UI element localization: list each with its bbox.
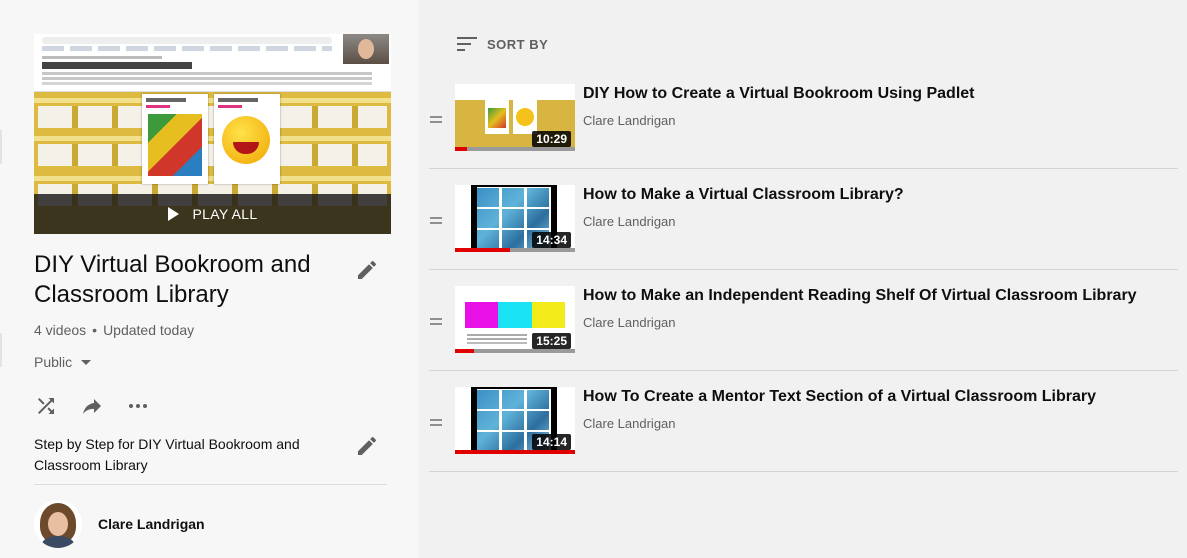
- playlist-video-row[interactable]: 15:25 How to Make an Independent Reading…: [429, 270, 1178, 371]
- playlist-owner[interactable]: Clare Landrigan: [34, 500, 205, 548]
- video-thumbnail[interactable]: 14:34: [455, 185, 575, 252]
- more-horiz-icon[interactable]: [126, 394, 150, 418]
- duration-badge: 14:34: [532, 232, 571, 248]
- playlist-video-row[interactable]: 10:29 DIY How to Create a Virtual Bookro…: [429, 68, 1178, 169]
- playlist-sidebar: PLAY ALL DIY Virtual Bookroom and Classr…: [0, 0, 419, 558]
- video-channel[interactable]: Clare Landrigan: [583, 214, 676, 229]
- shuffle-icon[interactable]: [34, 394, 58, 418]
- duration-badge: 14:14: [532, 434, 571, 450]
- video-title[interactable]: How to Make a Virtual Classroom Library?: [583, 186, 904, 204]
- share-icon[interactable]: [80, 394, 104, 418]
- duration-badge: 15:25: [532, 333, 571, 349]
- thumbnail-card-unit: [214, 94, 280, 184]
- sort-by-button[interactable]: SORT BY: [457, 36, 548, 52]
- drag-handle-icon[interactable]: [430, 318, 442, 326]
- avatar[interactable]: [34, 500, 82, 548]
- play-icon: [167, 207, 179, 221]
- video-count: 4 videos: [34, 322, 87, 338]
- pencil-icon[interactable]: [355, 258, 379, 282]
- video-thumbnail[interactable]: 14:14: [455, 387, 575, 454]
- caret-down-icon: [81, 359, 92, 365]
- sidebar-edge: [0, 333, 2, 367]
- watch-progress-bar: [455, 248, 575, 252]
- video-channel[interactable]: Clare Landrigan: [583, 315, 676, 330]
- thumbnail-webcam: [343, 34, 389, 64]
- divider: [34, 484, 387, 485]
- playlist-stats: 4 videos • Updated today: [34, 322, 194, 338]
- playlist-video-row[interactable]: 14:14 How To Create a Mentor Text Sectio…: [429, 371, 1178, 472]
- video-title[interactable]: How to Make an Independent Reading Shelf…: [583, 287, 1137, 305]
- watch-progress-bar: [455, 450, 575, 454]
- owner-name[interactable]: Clare Landrigan: [98, 516, 205, 532]
- play-all-button[interactable]: PLAY ALL: [34, 194, 391, 234]
- playlist-thumbnail[interactable]: PLAY ALL: [34, 34, 391, 234]
- stats-separator: •: [92, 322, 98, 338]
- video-title[interactable]: How To Create a Mentor Text Section of a…: [583, 388, 1096, 406]
- drag-handle-icon[interactable]: [430, 419, 442, 427]
- video-title[interactable]: DIY How to Create a Virtual Bookroom Usi…: [583, 85, 974, 103]
- video-thumbnail[interactable]: 10:29: [455, 84, 575, 151]
- video-channel[interactable]: Clare Landrigan: [583, 113, 676, 128]
- privacy-value: Public: [34, 354, 73, 370]
- updated-text: Updated today: [103, 322, 195, 338]
- sort-icon: [457, 37, 477, 51]
- thumbnail-card-familiar: [142, 94, 208, 184]
- drag-handle-icon[interactable]: [430, 116, 442, 124]
- playlist-title: DIY Virtual Bookroom and Classroom Libra…: [34, 251, 311, 308]
- drag-handle-icon[interactable]: [430, 217, 442, 225]
- watch-progress-bar: [455, 349, 575, 353]
- duration-badge: 10:29: [532, 131, 571, 147]
- play-all-label: PLAY ALL: [192, 206, 258, 222]
- privacy-dropdown[interactable]: Public: [34, 354, 92, 370]
- playlist-actions: [34, 394, 150, 418]
- playlist-description: Step by Step for DIY Virtual Bookroom an…: [34, 436, 300, 473]
- watch-progress-bar: [455, 147, 575, 151]
- video-thumbnail[interactable]: 15:25: [455, 286, 575, 353]
- thumbnail-browser-capture: [34, 34, 391, 92]
- playlist-video-row[interactable]: 14:34 How to Make a Virtual Classroom Li…: [429, 169, 1178, 270]
- video-channel[interactable]: Clare Landrigan: [583, 416, 676, 431]
- sort-by-label: SORT BY: [487, 36, 549, 52]
- thumbnail-shelf-colors: [465, 302, 565, 328]
- smiley-icon: [222, 116, 270, 164]
- sidebar-edge: [0, 130, 2, 164]
- pencil-icon[interactable]: [355, 434, 379, 458]
